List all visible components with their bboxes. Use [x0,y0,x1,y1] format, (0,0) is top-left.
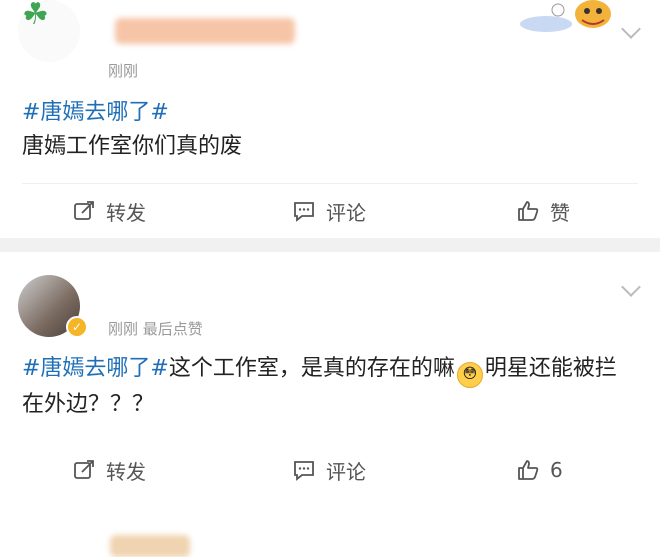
cartoon-cat-decoration-icon [520,0,611,32]
post-separator [0,238,660,252]
action-bar: 转发 评论 6 [0,452,660,488]
hashtag-link[interactable]: #唐嫣去哪了# [22,356,169,381]
repost-icon [74,201,94,220]
chevron-down-icon[interactable] [621,19,641,39]
post-time: 刚刚 [108,62,139,80]
repost-button[interactable]: 转发 [72,193,146,229]
post-content: #唐嫣去哪了#这个工作室，是真的存在的嘛 😳 明星还能被拦在外边？？？ [22,352,638,422]
chevron-down-icon[interactable] [621,277,641,297]
like-label: 赞 [550,200,570,225]
username-blurred[interactable] [110,535,190,557]
comment-button[interactable]: 评论 [292,452,366,488]
username-blurred[interactable] [115,18,295,44]
flushed-emoji-icon: 😳 [456,362,483,388]
clover-icon: ☘ [22,0,49,32]
hashtag-link[interactable]: #唐嫣去哪了# [22,100,169,125]
post-content: #唐嫣去哪了# 唐嫣工作室你们真的废 [22,96,638,164]
like-count: 6 [550,458,563,482]
post-text: 唐嫣工作室你们真的废 [22,134,243,159]
post-time: 刚刚 最后点赞 [108,320,203,338]
comment-label: 评论 [326,459,366,484]
comment-label: 评论 [326,200,366,225]
verified-badge-icon: ✓ [66,316,88,338]
action-bar: 转发 评论 赞 [0,193,660,229]
comment-icon [294,202,314,222]
repost-label: 转发 [106,200,146,225]
like-icon [518,201,539,221]
weibo-post-1: ☘ 刚刚 #唐嫣去哪了# 唐嫣工作室你们真的废 转发 评论 赞 [0,0,660,238]
repost-icon [74,460,94,479]
post-text: 这个工作室，是真的存在的嘛 [168,356,455,381]
like-icon [518,460,539,480]
weibo-post-2: 刚刚 最后点赞 #唐嫣去哪了#这个工作室，是真的存在的嘛 😳 明星还能被拦在外边？？… [0,252,660,557]
like-button[interactable]: 赞 [516,193,570,229]
repost-button[interactable]: 转发 [72,452,146,488]
comment-icon [294,461,314,481]
divider [22,183,638,184]
comment-button[interactable]: 评论 [292,193,366,229]
repost-label: 转发 [106,459,146,484]
like-button[interactable]: 6 [516,452,563,488]
